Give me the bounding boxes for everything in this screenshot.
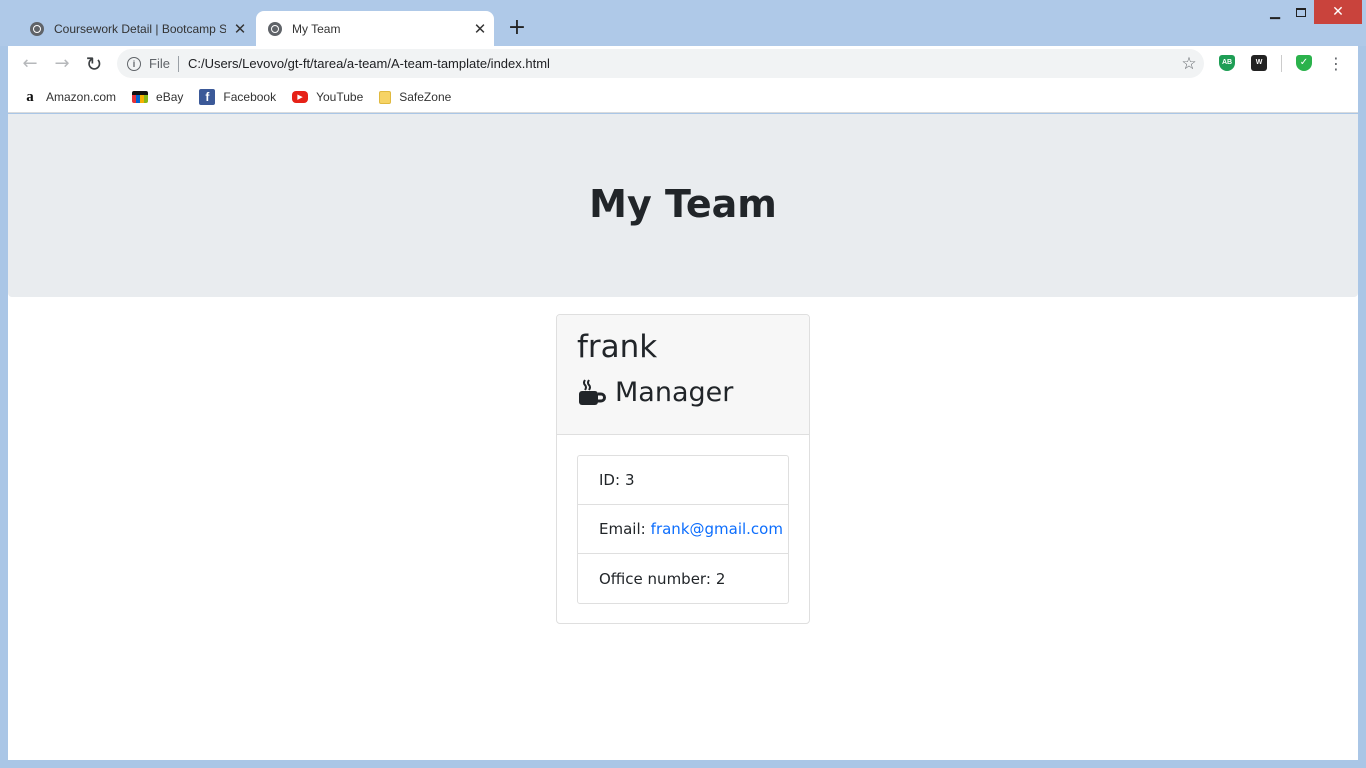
window-close-button[interactable]: ✕ — [1314, 0, 1362, 24]
office-label: Office number: — [599, 569, 711, 588]
browser-toolbar: ← → ↻ i File C:/Users/Levovo/gt-ft/tarea… — [8, 46, 1358, 82]
jumbotron-header: My Team — [8, 114, 1358, 297]
maximize-button[interactable] — [1290, 0, 1312, 24]
bookmark-ebay[interactable]: eBay — [132, 90, 183, 104]
tab-close-icon[interactable]: ✕ — [466, 20, 494, 38]
tab-coursework-detail[interactable]: Coursework Detail | Bootcamp Sp ✕ — [18, 11, 254, 46]
bookmarks-bar: a Amazon.com eBay f Facebook ▶ YouTube S… — [8, 82, 1358, 113]
page-title: My Team — [589, 181, 777, 226]
employee-role: Manager — [577, 377, 789, 408]
kebab-menu-icon[interactable]: ⋮ — [1326, 50, 1346, 78]
reload-button[interactable]: ↻ — [80, 50, 108, 78]
info-icon[interactable]: i — [127, 56, 141, 71]
globe-icon — [268, 21, 282, 36]
email-link[interactable]: frank@gmail.com — [651, 520, 783, 538]
mug-icon — [579, 378, 606, 405]
bookmark-label: Facebook — [223, 90, 277, 104]
new-tab-button[interactable]: + — [505, 14, 529, 42]
ebay-icon — [132, 91, 149, 103]
role-label: Manager — [615, 377, 734, 408]
bookmark-label: SafeZone — [399, 90, 452, 104]
email-label: Email: — [599, 520, 646, 538]
employee-card: frank Manager ID: 3 Email: frank@gmail.c… — [556, 314, 810, 624]
id-value: 3 — [625, 471, 635, 489]
bookmark-label: eBay — [156, 90, 184, 104]
address-bar[interactable]: i File C:/Users/Levovo/gt-ft/tarea/a-tea… — [117, 49, 1204, 78]
url-text[interactable]: C:/Users/Levovo/gt-ft/tarea/a-team/A-tea… — [188, 56, 1174, 71]
bookmark-facebook[interactable]: f Facebook — [199, 89, 276, 105]
bookmark-youtube[interactable]: ▶ YouTube — [292, 90, 363, 104]
card-header: frank Manager — [557, 315, 809, 435]
forward-button[interactable]: → — [48, 50, 76, 78]
office-value: 2 — [715, 569, 726, 588]
list-item-email: Email: frank@gmail.com — [578, 505, 788, 554]
bookmark-star-icon[interactable]: ☆ — [1174, 54, 1204, 74]
employee-name: frank — [577, 329, 658, 365]
bookmark-label: Amazon.com — [46, 90, 117, 104]
adblock-extension-icon[interactable]: AB — [1219, 55, 1235, 71]
w-extension-icon[interactable]: W — [1251, 55, 1267, 71]
employee-details-list: ID: 3 Email: frank@gmail.com Office numb… — [577, 455, 789, 604]
tab-title: My Team — [292, 21, 341, 36]
tab-close-icon[interactable]: ✕ — [226, 20, 254, 38]
facebook-icon: f — [199, 89, 216, 105]
id-label: ID: — [599, 471, 621, 489]
card-body: ID: 3 Email: frank@gmail.com Office numb… — [557, 435, 809, 624]
bookmark-safezone[interactable]: SafeZone — [379, 90, 451, 104]
list-item-office: Office number: 2 — [578, 554, 788, 603]
page-viewport: My Team frank Manager ID: 3 Email: frank… — [8, 114, 1358, 760]
tab-my-team[interactable]: My Team ✕ — [256, 11, 494, 46]
bookmark-amazon[interactable]: a Amazon.com — [22, 89, 116, 105]
youtube-icon: ▶ — [292, 91, 309, 103]
back-button[interactable]: ← — [16, 50, 44, 78]
minimize-button[interactable]: ▁ — [1260, 0, 1290, 24]
address-separator — [177, 55, 179, 72]
maximize-icon — [1296, 7, 1306, 17]
toolbar-divider — [1281, 55, 1282, 72]
list-item-id: ID: 3 — [578, 456, 788, 505]
amazon-icon: a — [26, 88, 34, 105]
scheme-label: File — [149, 56, 170, 71]
folder-icon — [379, 90, 392, 104]
tab-title: Coursework Detail | Bootcamp Sp — [54, 21, 226, 36]
shield-check-icon[interactable]: ✓ — [1296, 55, 1312, 71]
globe-icon — [30, 21, 44, 36]
browser-titlebar: Coursework Detail | Bootcamp Sp ✕ My Tea… — [0, 0, 1366, 46]
bookmark-label: YouTube — [316, 90, 364, 104]
